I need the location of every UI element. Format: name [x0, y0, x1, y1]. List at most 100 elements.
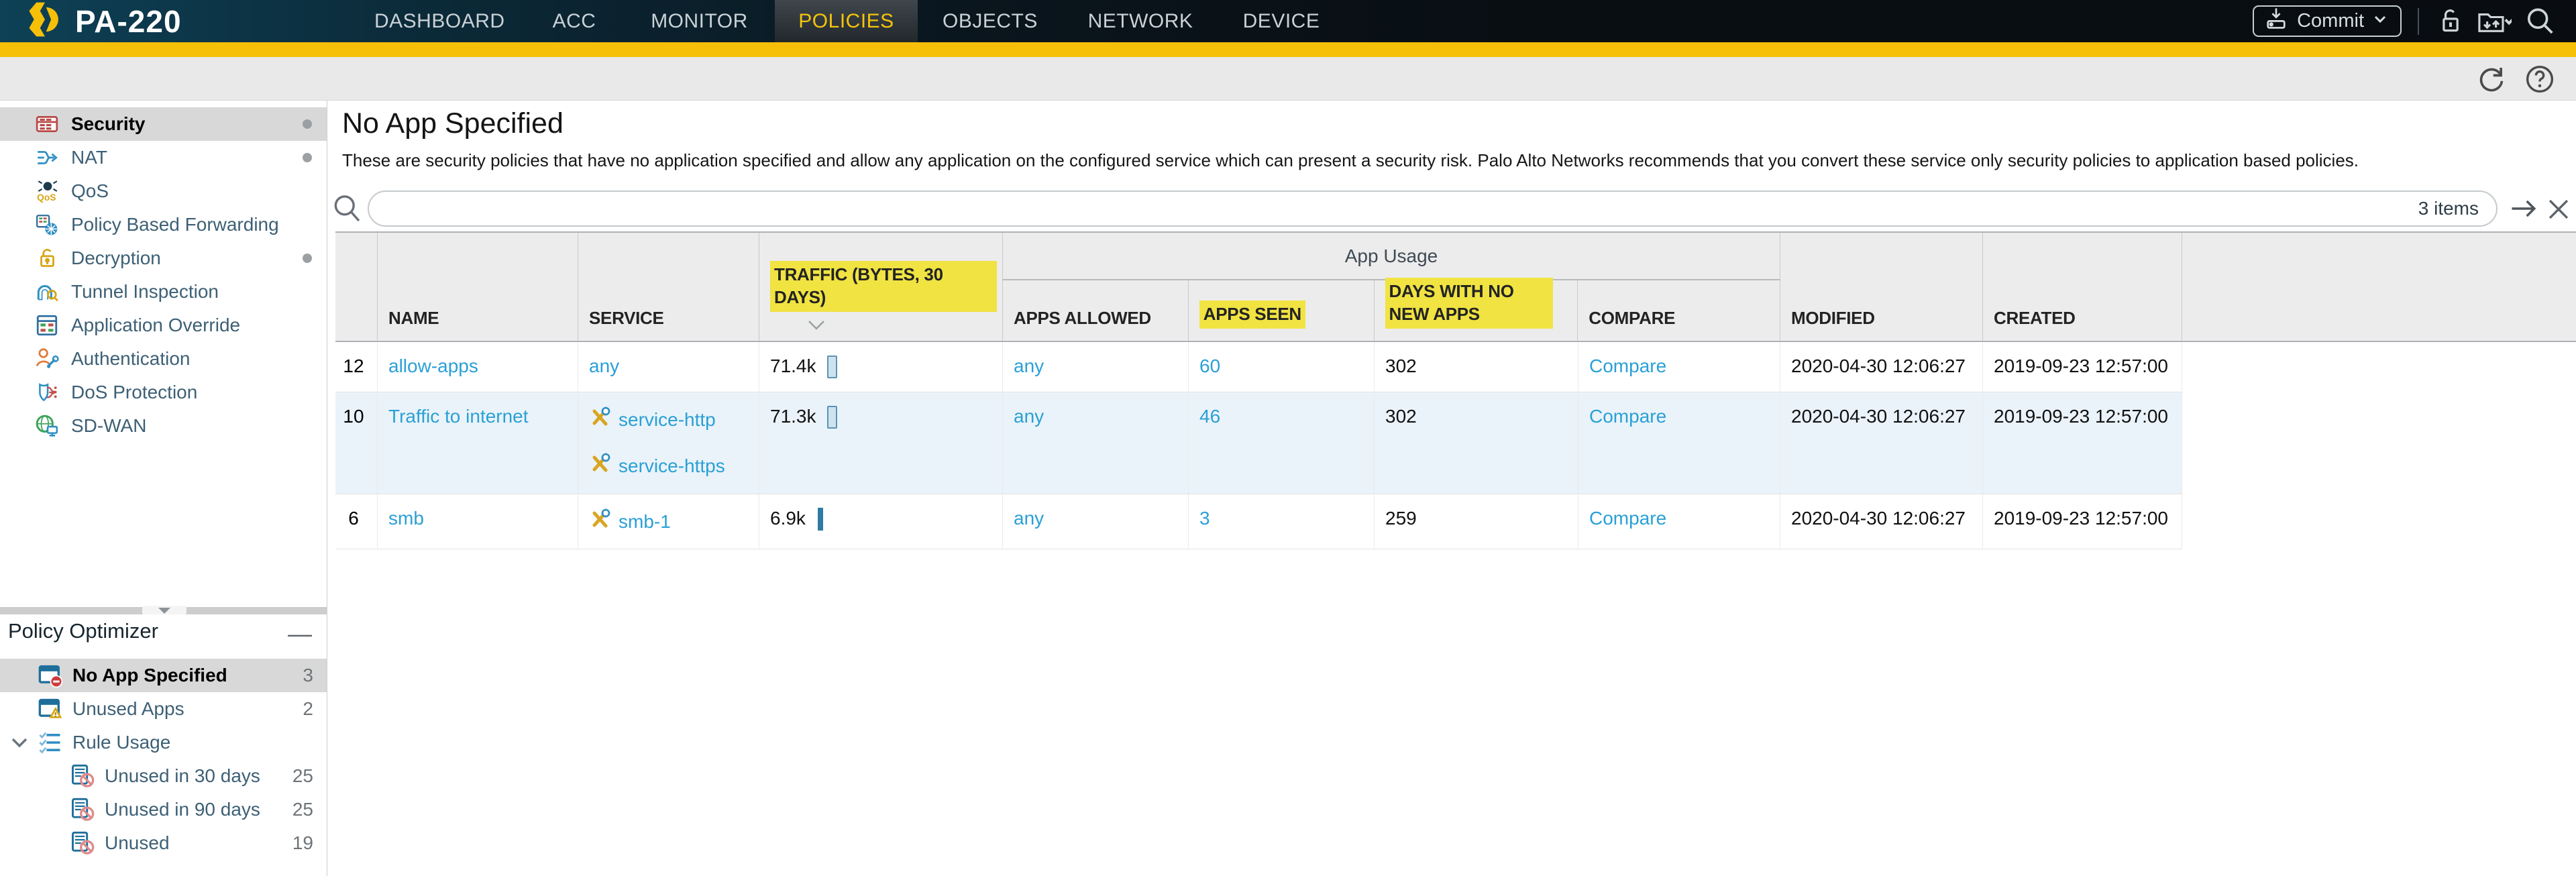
optimizer-item-no-app-specified[interactable]: No App Specified3 — [0, 659, 327, 692]
apply-filter-arrow-icon[interactable] — [2509, 195, 2540, 226]
filter-input[interactable] — [369, 198, 2418, 219]
filter-bar: 3 items — [327, 189, 2576, 229]
cell-service: any — [578, 342, 759, 392]
apps-allowed-link[interactable]: any — [1014, 355, 1044, 376]
rule-name-link[interactable]: allow-apps — [388, 355, 478, 376]
table-row[interactable]: 12allow-appsany71.4kany60302Compare2020-… — [335, 342, 2182, 392]
cell-modified: 2020-04-30 12:06:27 — [1780, 392, 1983, 494]
rule-name-link[interactable]: Traffic to internet — [388, 406, 529, 427]
sidebar-item-label: Application Override — [71, 315, 240, 336]
column-header-rule-number[interactable] — [335, 233, 378, 341]
cell-rule-number: 10 — [335, 392, 378, 494]
column-header-apps-seen[interactable]: APPS SEEN — [1189, 280, 1375, 341]
clear-filter-icon[interactable] — [2545, 196, 2572, 226]
traffic-bar-indicator — [827, 355, 837, 378]
apps-seen-link[interactable]: 46 — [1199, 406, 1220, 427]
nav-item-acc[interactable]: ACC — [551, 0, 598, 42]
cell-apps-seen: 60 — [1189, 342, 1375, 392]
splitter-handle[interactable] — [142, 606, 186, 615]
apps-seen-link[interactable]: 3 — [1199, 508, 1210, 529]
table-row[interactable]: 6smbsmb-16.9kany3259Compare2020-04-30 12… — [335, 494, 2182, 549]
commit-button[interactable]: Commit — [2253, 5, 2402, 37]
optimizer-item-label: No App Specified — [72, 665, 227, 686]
refresh-icon[interactable] — [2475, 63, 2508, 99]
nav-item-objects[interactable]: OBJECTS — [943, 0, 1036, 42]
cell-apps-seen: 3 — [1189, 494, 1375, 549]
unlock-icon[interactable] — [2434, 6, 2465, 37]
apps-seen-link[interactable]: 60 — [1199, 355, 1220, 376]
column-header-days-no-new-apps[interactable]: DAYS WITH NO NEW APPS — [1375, 280, 1578, 341]
nav-item-policies[interactable]: POLICIES — [775, 0, 918, 42]
rulebase-dot — [303, 254, 312, 263]
minimize-panel-button[interactable]: — — [288, 620, 312, 648]
compare-link[interactable]: Compare — [1589, 508, 1666, 529]
service-link[interactable]: service-https — [619, 455, 725, 477]
traffic-value: 6.9k — [770, 508, 806, 529]
sidebar-item-label: QoS — [71, 180, 109, 202]
cell-days-no-new-apps: 259 — [1375, 494, 1578, 549]
column-header-created[interactable]: CREATED — [1983, 233, 2182, 341]
content-toolbar — [0, 57, 2576, 101]
optimizer-item-unused-in-90-days[interactable]: Unused in 90 days25 — [0, 793, 327, 826]
nav-item-network[interactable]: NETWORK — [1083, 0, 1197, 42]
policy-optimizer-header: Policy Optimizer — — [0, 614, 327, 648]
decryption-icon — [35, 245, 62, 272]
optimizer-item-unused[interactable]: Unused19 — [0, 826, 327, 860]
sidebar-item-security[interactable]: Security — [0, 107, 327, 141]
global-find-icon[interactable] — [2524, 5, 2556, 38]
page-description: These are security policies that have no… — [342, 150, 2359, 171]
sidebar-item-application-override[interactable]: Application Override — [0, 309, 327, 342]
commit-label: Commit — [2297, 10, 2364, 32]
nav-item-dashboard[interactable]: DASHBOARD — [374, 0, 502, 42]
panel-splitter[interactable] — [0, 607, 327, 614]
help-icon[interactable] — [2524, 63, 2556, 99]
sdwan-icon — [35, 413, 62, 439]
rule-name-link[interactable]: smb — [388, 508, 424, 529]
palo-alto-logo-icon — [24, 0, 66, 42]
column-header-traffic[interactable]: TRAFFIC (BYTES, 30 DAYS) — [759, 233, 1003, 341]
optimizer-item-unused-in-30-days[interactable]: Unused in 30 days25 — [0, 759, 327, 793]
nav-item-monitor[interactable]: MONITOR — [647, 0, 751, 42]
apps-allowed-link[interactable]: any — [1014, 508, 1044, 529]
top-nav-bar: PA-220 DASHBOARDACCMONITORPOLICIESOBJECT… — [0, 0, 2576, 42]
config-audit-icon[interactable] — [2477, 6, 2512, 37]
sidebar-item-qos[interactable]: QoSQoS — [0, 174, 327, 208]
sidebar-item-label: Tunnel Inspection — [71, 281, 219, 303]
column-header-apps-allowed[interactable]: APPS ALLOWED — [1003, 280, 1189, 341]
column-header-service[interactable]: SERVICE — [578, 233, 759, 341]
sidebar-item-label: Authentication — [71, 348, 190, 370]
optimizer-item-count: 25 — [292, 765, 313, 787]
chevron-down-icon[interactable] — [9, 732, 30, 753]
sidebar-item-nat[interactable]: NAT — [0, 141, 327, 174]
service-link[interactable]: service-http — [619, 409, 716, 431]
optimizer-item-unused-apps[interactable]: Unused Apps2 — [0, 692, 327, 726]
compare-link[interactable]: Compare — [1589, 355, 1666, 376]
sidebar-item-dos-protection[interactable]: DoS Protection — [0, 376, 327, 409]
unused-rule-icon — [70, 763, 97, 789]
service-link[interactable]: smb-1 — [619, 511, 671, 533]
cell-days-no-new-apps: 302 — [1375, 392, 1578, 494]
optimizer-item-label: Rule Usage — [72, 732, 170, 753]
sidebar-item-policy-based-forwarding[interactable]: Policy Based Forwarding — [0, 208, 327, 241]
table-header: NAME SERVICE TRAFFIC (BYTES, 30 DAYS) Ap… — [335, 231, 2576, 342]
optimizer-item-rule-usage[interactable]: Rule Usage — [0, 726, 327, 759]
sidebar-item-decryption[interactable]: Decryption — [0, 241, 327, 275]
search-icon — [331, 193, 364, 229]
column-header-modified[interactable]: MODIFIED — [1780, 233, 1983, 341]
authentication-icon — [35, 345, 62, 372]
column-header-name[interactable]: NAME — [378, 233, 578, 341]
apps-allowed-link[interactable]: any — [1014, 406, 1044, 427]
optimizer-item-label: Unused in 90 days — [105, 799, 260, 820]
compare-link[interactable]: Compare — [1589, 406, 1666, 427]
policy-optimizer-panel: Policy Optimizer — No App Specified3Unus… — [0, 614, 327, 876]
sidebar-item-sd-wan[interactable]: SD-WAN — [0, 409, 327, 443]
nav-item-device[interactable]: DEVICE — [1241, 0, 1322, 42]
cell-compare: Compare — [1578, 342, 1780, 392]
service-icon — [589, 452, 612, 480]
table-row[interactable]: 10 Traffic to internet service-http service… — [335, 392, 2182, 494]
service-link[interactable]: any — [589, 355, 619, 377]
cell-created: 2019-09-23 12:57:00 — [1983, 494, 2182, 549]
sidebar-item-authentication[interactable]: Authentication — [0, 342, 327, 376]
sidebar-item-tunnel-inspection[interactable]: Tunnel Inspection — [0, 275, 327, 309]
column-header-compare[interactable]: COMPARE — [1578, 280, 1780, 341]
